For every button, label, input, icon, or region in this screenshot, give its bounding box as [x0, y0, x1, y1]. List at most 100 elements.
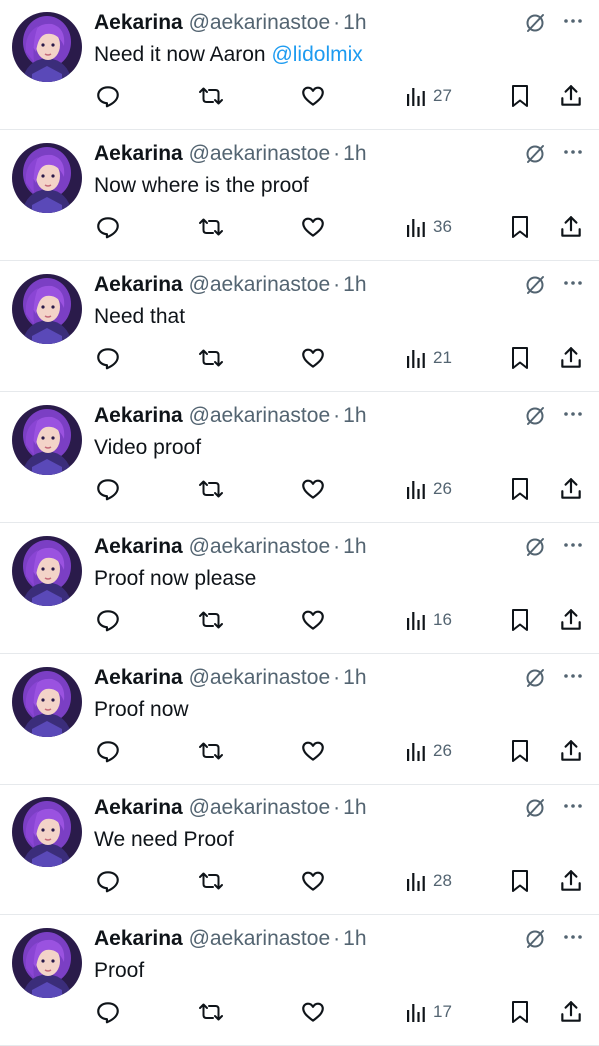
tweet[interactable]: Aekarina @aekarinastoe · 1h Need it now Aa… — [0, 0, 599, 130]
grok-icon[interactable] — [523, 927, 547, 951]
user-handle[interactable]: @aekarinastoe — [189, 273, 331, 296]
like-button[interactable] — [300, 82, 326, 110]
share-button[interactable] — [558, 213, 584, 241]
views-button[interactable]: 28 — [406, 867, 452, 895]
reply-button[interactable] — [95, 737, 121, 765]
display-name[interactable]: Aekarina — [94, 666, 183, 689]
more-icon[interactable] — [561, 925, 585, 949]
timestamp[interactable]: 1h — [343, 666, 366, 689]
share-button[interactable] — [558, 737, 584, 765]
timestamp[interactable]: 1h — [343, 273, 366, 296]
user-handle[interactable]: @aekarinastoe — [189, 927, 331, 950]
views-button[interactable]: 27 — [406, 82, 452, 110]
more-icon[interactable] — [561, 402, 585, 426]
user-handle[interactable]: @aekarinastoe — [189, 404, 331, 427]
tweet[interactable]: Aekarina @aekarinastoe · 1h We need Proof — [0, 785, 599, 915]
user-handle[interactable]: @aekarinastoe — [189, 142, 331, 165]
avatar[interactable] — [12, 536, 82, 606]
more-icon[interactable] — [561, 9, 585, 33]
reply-button[interactable] — [95, 998, 121, 1026]
grok-icon[interactable] — [523, 404, 547, 428]
retweet-button[interactable] — [197, 213, 225, 241]
reply-button[interactable] — [95, 475, 121, 503]
display-name[interactable]: Aekarina — [94, 796, 183, 819]
user-handle[interactable]: @aekarinastoe — [189, 666, 331, 689]
avatar[interactable] — [12, 797, 82, 867]
share-button[interactable] — [558, 867, 584, 895]
views-button[interactable]: 26 — [406, 737, 452, 765]
grok-icon[interactable] — [523, 142, 547, 166]
retweet-button[interactable] — [197, 344, 225, 372]
tweet[interactable]: Aekarina @aekarinastoe · 1h Proof 17 — [0, 916, 599, 1046]
more-icon[interactable] — [561, 533, 585, 557]
timestamp[interactable]: 1h — [343, 142, 366, 165]
more-icon[interactable] — [561, 140, 585, 164]
like-button[interactable] — [300, 475, 326, 503]
display-name[interactable]: Aekarina — [94, 927, 183, 950]
more-icon[interactable] — [561, 794, 585, 818]
like-button[interactable] — [300, 737, 326, 765]
timestamp[interactable]: 1h — [343, 927, 366, 950]
reply-button[interactable] — [95, 213, 121, 241]
display-name[interactable]: Aekarina — [94, 142, 183, 165]
grok-icon[interactable] — [523, 666, 547, 690]
views-button[interactable]: 36 — [406, 213, 452, 241]
grok-icon[interactable] — [523, 796, 547, 820]
share-button[interactable] — [558, 606, 584, 634]
bookmark-button[interactable] — [508, 82, 532, 110]
avatar[interactable] — [12, 12, 82, 82]
retweet-button[interactable] — [197, 867, 225, 895]
timestamp[interactable]: 1h — [343, 796, 366, 819]
views-button[interactable]: 16 — [406, 606, 452, 634]
grok-icon[interactable] — [523, 273, 547, 297]
views-button[interactable]: 21 — [406, 344, 452, 372]
bookmark-button[interactable] — [508, 998, 532, 1026]
tweet[interactable]: Aekarina @aekarinastoe · 1h Now where is t… — [0, 131, 599, 261]
display-name[interactable]: Aekarina — [94, 404, 183, 427]
views-button[interactable]: 17 — [406, 998, 452, 1026]
more-icon[interactable] — [561, 271, 585, 295]
like-button[interactable] — [300, 998, 326, 1026]
grok-icon[interactable] — [523, 535, 547, 559]
retweet-button[interactable] — [197, 606, 225, 634]
like-button[interactable] — [300, 213, 326, 241]
reply-button[interactable] — [95, 82, 121, 110]
retweet-button[interactable] — [197, 998, 225, 1026]
bookmark-button[interactable] — [508, 344, 532, 372]
tweet[interactable]: Aekarina @aekarinastoe·1h Video proof — [0, 393, 599, 523]
display-name[interactable]: Aekarina — [94, 11, 183, 34]
bookmark-button[interactable] — [508, 867, 532, 895]
share-button[interactable] — [558, 475, 584, 503]
bookmark-button[interactable] — [508, 606, 532, 634]
user-handle[interactable]: @aekarinastoe — [189, 535, 331, 558]
avatar[interactable] — [12, 274, 82, 344]
timestamp[interactable]: 1h — [343, 11, 366, 34]
reply-button[interactable] — [95, 606, 121, 634]
share-button[interactable] — [558, 998, 584, 1026]
like-button[interactable] — [300, 606, 326, 634]
more-icon[interactable] — [561, 664, 585, 688]
avatar[interactable] — [12, 405, 82, 475]
bookmark-button[interactable] — [508, 737, 532, 765]
like-button[interactable] — [300, 344, 326, 372]
avatar[interactable] — [12, 143, 82, 213]
display-name[interactable]: Aekarina — [94, 535, 183, 558]
user-handle[interactable]: @aekarinastoe — [189, 11, 331, 34]
reply-button[interactable] — [95, 867, 121, 895]
tweet[interactable]: Aekarina @aekarinastoe · 1h Proof now 26 — [0, 655, 599, 785]
retweet-button[interactable] — [197, 82, 225, 110]
retweet-button[interactable] — [197, 737, 225, 765]
timestamp[interactable]: 1h — [343, 535, 366, 558]
retweet-button[interactable] — [197, 475, 225, 503]
tweet[interactable]: Aekarina @aekarinastoe · 1h Need that 21 — [0, 262, 599, 392]
display-name[interactable]: Aekarina — [94, 273, 183, 296]
like-button[interactable] — [300, 867, 326, 895]
share-button[interactable] — [558, 344, 584, 372]
avatar[interactable] — [12, 667, 82, 737]
timestamp[interactable]: 1h — [343, 404, 366, 427]
bookmark-button[interactable] — [508, 475, 532, 503]
tweet[interactable]: Aekarina @aekarinastoe · 1h Proof now plea… — [0, 524, 599, 654]
avatar[interactable] — [12, 928, 82, 998]
reply-button[interactable] — [95, 344, 121, 372]
views-button[interactable]: 26 — [406, 475, 452, 503]
